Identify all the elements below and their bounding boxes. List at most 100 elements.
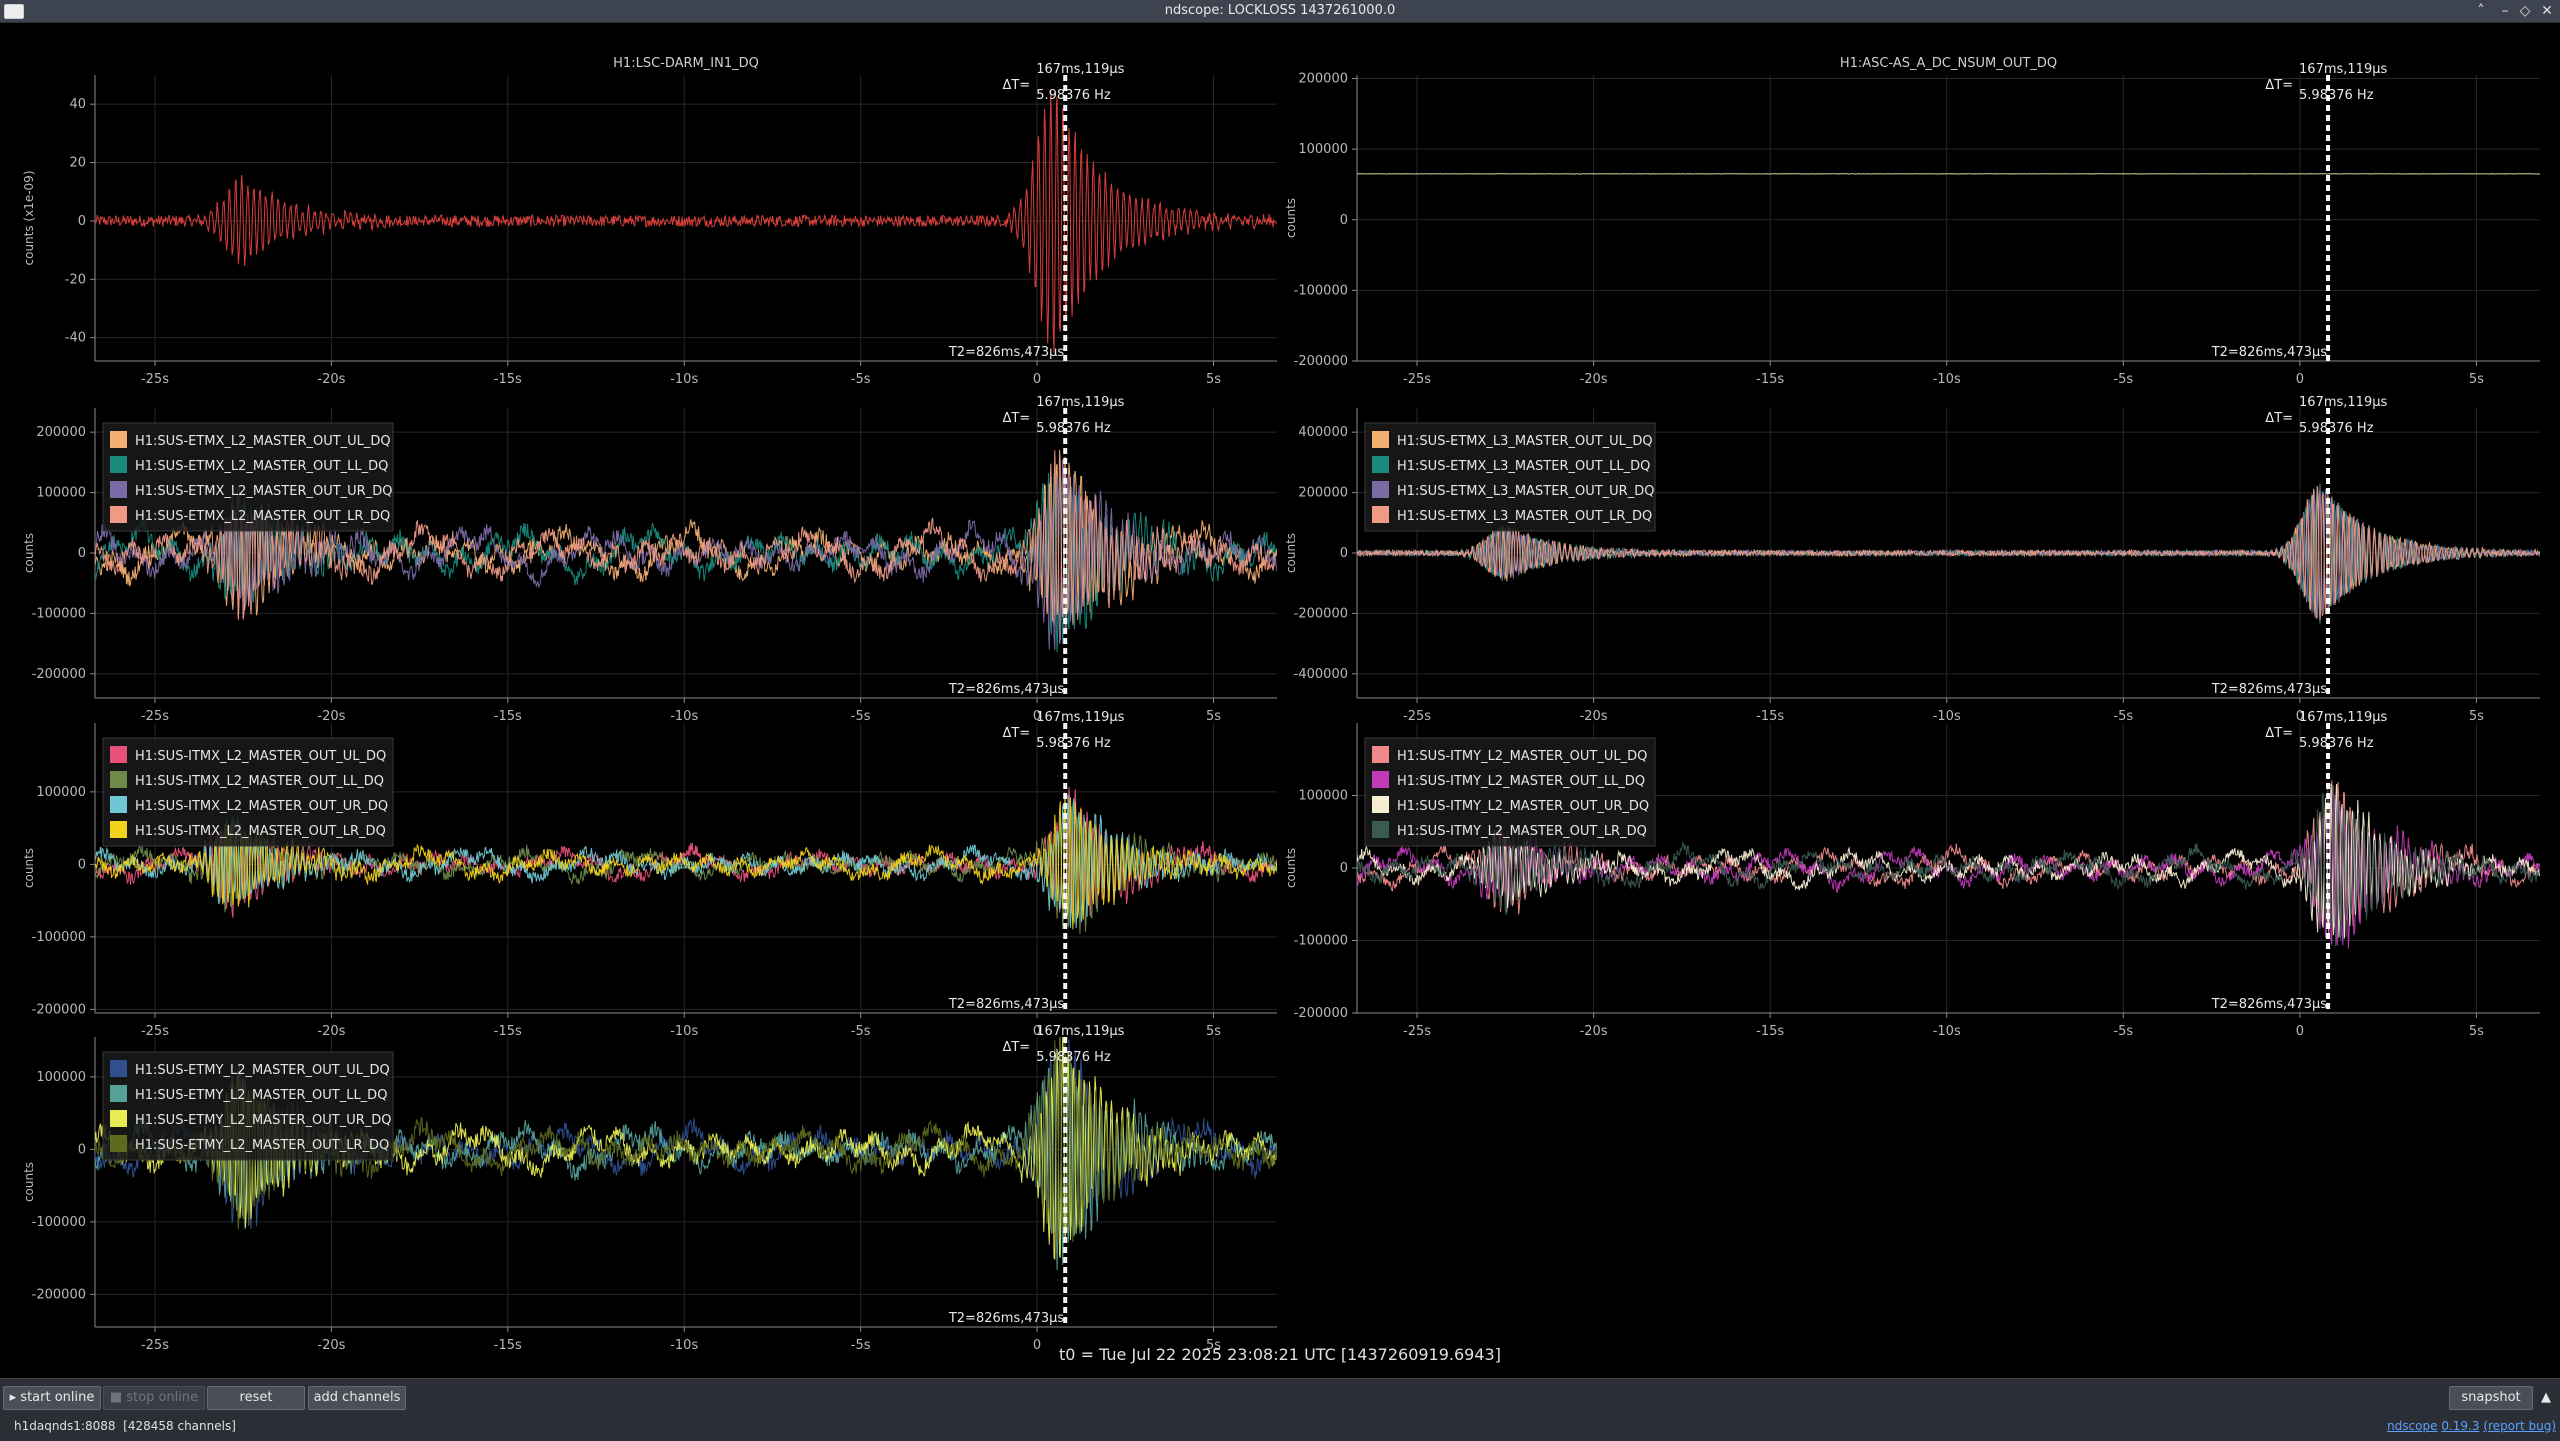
window-restore-icon[interactable]: ◇ bbox=[2516, 2, 2534, 20]
y-tick-label: -200000 bbox=[32, 1287, 86, 1302]
plot-2[interactable]: H1:ASC-AS_A_DC_NSUM_OUT_DQ2000001000000-… bbox=[1284, 56, 2540, 387]
legend-item-label: H1:SUS-ITMY_L2_MASTER_OUT_UR_DQ bbox=[1397, 799, 1649, 814]
delta-t-value: 167ms,119μs bbox=[2299, 710, 2387, 725]
x-tick-label: -5s bbox=[2113, 1024, 2133, 1039]
plot-1[interactable]: H1:LSC-DARM_IN1_DQ40200-20-40-25s-20s-15… bbox=[22, 56, 1277, 387]
legend-item-label: H1:SUS-ETMY_L2_MASTER_OUT_UR_DQ bbox=[135, 1113, 392, 1128]
x-tick-label: -25s bbox=[141, 1338, 169, 1353]
window-maximize-chevron-icon[interactable]: ˄ bbox=[2472, 2, 2490, 20]
delta-t-value: 167ms,119μs bbox=[1036, 1024, 1124, 1039]
stop-online-label: stop online bbox=[126, 1390, 198, 1405]
y-tick-label: 0 bbox=[78, 546, 86, 561]
legend-swatch bbox=[110, 506, 127, 523]
x-tick-label: -15s bbox=[494, 372, 522, 387]
legend-swatch bbox=[1372, 821, 1389, 838]
y-tick-label: -100000 bbox=[1294, 934, 1348, 949]
y-tick-label: -200000 bbox=[32, 1002, 86, 1017]
y-tick-label: 100000 bbox=[36, 486, 86, 501]
snapshot-menu-chevron-icon[interactable]: ▲ bbox=[2535, 1386, 2557, 1410]
snapshot-button[interactable]: snapshot bbox=[2449, 1386, 2533, 1410]
legend[interactable]: H1:SUS-ETMX_L2_MASTER_OUT_UL_DQ H1:SUS-ET… bbox=[103, 423, 393, 531]
x-tick-label: -15s bbox=[1756, 709, 1784, 724]
window-title: ndscope: LOCKLOSS 1437261000.0 bbox=[0, 0, 2560, 22]
plot-3[interactable]: 2000001000000-100000-200000-25s-20s-15s-… bbox=[22, 395, 1277, 724]
t2-label: T2=826ms,473μs bbox=[948, 1311, 1065, 1326]
y-tick-label: 0 bbox=[1340, 546, 1348, 561]
legend-swatch bbox=[110, 771, 127, 788]
y-tick-label: 0 bbox=[78, 214, 86, 229]
window-minimize-icon[interactable]: – bbox=[2496, 2, 2514, 20]
legend-swatch bbox=[1372, 796, 1389, 813]
legend-swatch bbox=[110, 456, 127, 473]
reset-button[interactable]: reset bbox=[207, 1386, 305, 1410]
delta-t-label: ΔT= bbox=[2265, 411, 2293, 426]
x-tick-label: -5s bbox=[851, 372, 871, 387]
report-bug-link[interactable]: (report bug) bbox=[2483, 1419, 2556, 1433]
legend-swatch bbox=[110, 1060, 127, 1077]
plot-5[interactable]: 1000000-100000-200000-25s-20s-15s-10s-5s… bbox=[22, 710, 1277, 1039]
y-axis-label: counts (x1e-09) bbox=[22, 170, 36, 265]
legend-item-label: H1:SUS-ITMY_L2_MASTER_OUT_UL_DQ bbox=[1397, 749, 1647, 764]
delta-t-label: ΔT= bbox=[1002, 726, 1030, 741]
y-axis-label: counts bbox=[22, 533, 36, 573]
y-tick-label: 20 bbox=[69, 156, 86, 171]
version-link[interactable]: 0.19.3 bbox=[2441, 1419, 2479, 1433]
legend-swatch bbox=[1372, 456, 1389, 473]
y-tick-label: 200000 bbox=[36, 425, 86, 440]
plot-4[interactable]: 4000002000000-200000-400000-25s-20s-15s-… bbox=[1284, 395, 2540, 724]
y-axis-label: counts bbox=[22, 848, 36, 888]
x-tick-label: -20s bbox=[317, 1338, 345, 1353]
start-online-label: start online bbox=[20, 1390, 94, 1405]
stop-online-button[interactable]: ■ stop online bbox=[103, 1386, 205, 1410]
legend-item-label: H1:SUS-ETMY_L2_MASTER_OUT_UL_DQ bbox=[135, 1063, 390, 1078]
x-tick-label: -10s bbox=[1933, 709, 1961, 724]
y-tick-label: 100000 bbox=[1298, 789, 1348, 804]
frequency-value: 5.98376 Hz bbox=[1036, 736, 1111, 751]
frequency-value: 5.98376 Hz bbox=[1036, 421, 1111, 436]
x-tick-label: -5s bbox=[851, 1338, 871, 1353]
t0-label: t0 = Tue Jul 22 2025 23:08:21 UTC [14372… bbox=[1059, 1345, 1501, 1364]
legend-item-label: H1:SUS-ETMX_L2_MASTER_OUT_UL_DQ bbox=[135, 434, 391, 449]
y-tick-label: 200000 bbox=[1298, 72, 1348, 87]
t2-label: T2=826ms,473μs bbox=[948, 345, 1065, 360]
series-line bbox=[95, 90, 1277, 353]
legend-swatch bbox=[110, 481, 127, 498]
x-tick-label: -25s bbox=[141, 1024, 169, 1039]
y-tick-label: 0 bbox=[1340, 861, 1348, 876]
x-tick-label: -20s bbox=[317, 1024, 345, 1039]
x-tick-label: 5s bbox=[1206, 1024, 1221, 1039]
plot-7[interactable]: 1000000-100000-200000-25s-20s-15s-10s-5s… bbox=[22, 1024, 1277, 1353]
add-channels-button[interactable]: add channels bbox=[308, 1386, 406, 1410]
plot-area[interactable]: H1:LSC-DARM_IN1_DQ40200-20-40-25s-20s-15… bbox=[0, 23, 2560, 1378]
delta-t-value: 167ms,119μs bbox=[1036, 710, 1124, 725]
y-tick-label: -200000 bbox=[1294, 1006, 1348, 1021]
x-tick-label: -25s bbox=[141, 709, 169, 724]
y-tick-label: 40 bbox=[69, 97, 86, 112]
legend[interactable]: H1:SUS-ITMX_L2_MASTER_OUT_UL_DQ H1:SUS-IT… bbox=[103, 738, 393, 846]
legend-swatch bbox=[110, 1135, 127, 1152]
legend-item-label: H1:SUS-ETMX_L2_MASTER_OUT_LR_DQ bbox=[135, 509, 390, 524]
legend[interactable]: H1:SUS-ETMY_L2_MASTER_OUT_UL_DQ H1:SUS-ET… bbox=[103, 1052, 393, 1160]
x-tick-label: 0 bbox=[1033, 372, 1041, 387]
legend-item-label: H1:SUS-ETMX_L2_MASTER_OUT_LL_DQ bbox=[135, 459, 388, 474]
plots-svg[interactable]: H1:LSC-DARM_IN1_DQ40200-20-40-25s-20s-15… bbox=[0, 23, 2560, 1378]
legend[interactable]: H1:SUS-ETMX_L3_MASTER_OUT_UL_DQH1:SUS-ET… bbox=[1365, 423, 1655, 531]
x-tick-label: 0 bbox=[1033, 1338, 1041, 1353]
t2-label: T2=826ms,473μs bbox=[948, 682, 1065, 697]
plot-6[interactable]: 1000000-100000-200000-25s-20s-15s-10s-5s… bbox=[1284, 710, 2540, 1039]
app-link[interactable]: ndscope bbox=[2387, 1419, 2437, 1433]
legend-item-label: H1:SUS-ITMX_L2_MASTER_OUT_UL_DQ bbox=[135, 749, 386, 764]
legend-item-label: H1:SUS-ITMX_L2_MASTER_OUT_UR_DQ bbox=[135, 799, 388, 814]
legend[interactable]: H1:SUS-ITMY_L2_MASTER_OUT_UL_DQ H1:SUS-IT… bbox=[1365, 738, 1655, 846]
x-tick-label: -10s bbox=[670, 1024, 698, 1039]
y-tick-label: 200000 bbox=[1298, 486, 1348, 501]
frequency-value: 5.98376 Hz bbox=[2299, 421, 2374, 436]
x-tick-label: 5s bbox=[1206, 372, 1221, 387]
x-tick-label: -20s bbox=[317, 372, 345, 387]
legend-swatch bbox=[110, 1085, 127, 1102]
legend-item-label: H1:SUS-ITMY_L2_MASTER_OUT_LL_DQ bbox=[1397, 774, 1645, 789]
window-close-icon[interactable]: ✕ bbox=[2538, 2, 2556, 20]
status-server: h1daqnds1:8088 [428458 channels] bbox=[14, 1416, 236, 1436]
start-online-button[interactable]: ▸ start online bbox=[3, 1386, 101, 1410]
legend-swatch bbox=[110, 821, 127, 838]
